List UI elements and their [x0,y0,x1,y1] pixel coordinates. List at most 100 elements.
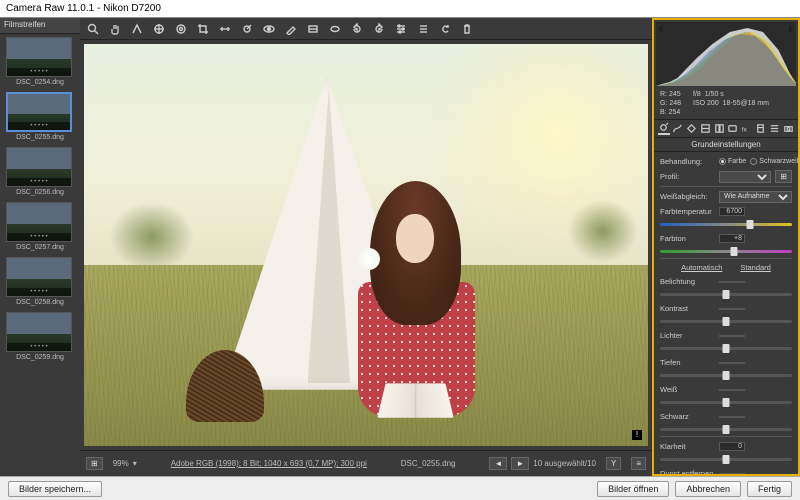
slider-Farbtemperatur[interactable] [660,219,792,229]
slider-value-Weiß[interactable] [719,389,745,391]
slider-Belichtung[interactable] [660,289,792,299]
next-image-button[interactable]: ► [511,457,529,470]
slider-value-Belichtung[interactable] [719,281,745,283]
slider-value-Kontrast[interactable] [719,308,745,310]
image-meta[interactable]: Adobe RGB (1998); 8 Bit; 1040 x 693 (0,7… [171,459,367,468]
slider-value-Lichter[interactable] [719,335,745,337]
open-images-button[interactable]: Bilder öffnen [597,481,669,497]
panel-title: Grundeinstellungen [654,138,798,152]
thumb-DSC_0258.dng[interactable]: • • • • •DSC_0258.dng [6,257,74,306]
window-title: Camera Raw 11.0.1 - Nikon D7200 [6,3,161,14]
radio-schwarzweiss[interactable]: Schwarzweiß [750,158,798,165]
slider-Weiß[interactable] [660,397,792,407]
tab-snapshots[interactable] [782,122,794,135]
radial-tool[interactable] [328,22,342,36]
loop-tool[interactable] [438,22,452,36]
spot-tool[interactable] [240,22,254,36]
center-area: ! ⊞ 99% ▾ Adobe RGB (1998); 8 Bit; 1040 … [80,18,652,476]
thumb-label: DSC_0255.dng [6,134,74,141]
adjust-brush-tool[interactable] [284,22,298,36]
adjustments-panel: R: 245 G: 248 B: 254 f/8 1/50 s ISO 200 … [652,18,800,476]
thumb-DSC_0256.dng[interactable]: • • • • •DSC_0256.dng [6,147,74,196]
prev-image-button[interactable]: ◄ [489,457,507,470]
auto-link[interactable]: Automatisch [681,263,722,272]
tab-hsl[interactable] [699,122,711,135]
slider-Tiefen[interactable] [660,370,792,380]
menu-button[interactable]: ≡ [631,457,646,470]
radio-farbe[interactable]: Farbe [719,158,746,165]
trash-tool[interactable] [460,22,474,36]
titlebar: Camera Raw 11.0.1 - Nikon D7200 [0,0,800,18]
behandlung-label: Behandlung: [660,157,715,166]
hand-tool[interactable] [108,22,122,36]
slider-value-Farbton[interactable]: +8 [719,234,745,243]
tab-calib[interactable] [755,122,767,135]
cancel-button[interactable]: Abbrechen [675,481,741,497]
tab-detail[interactable] [686,122,698,135]
filmstrip-panel: Filmstreifen • • • • •DSC_0254.dng• • • … [0,18,80,476]
slider-label-Lichter: Lichter [660,331,715,340]
thumb-label: DSC_0254.dng [6,79,74,86]
tab-curve[interactable] [672,122,684,135]
graduated-tool[interactable] [306,22,320,36]
filmstrip-thumbs: • • • • •DSC_0254.dng • • • • •DSC_0255.d… [0,34,80,476]
standard-link[interactable]: Standard [740,263,770,272]
histogram[interactable] [656,22,796,86]
slider-label-Klarheit: Klarheit [660,442,715,451]
readout-aperture: f/8 [693,91,701,98]
readout-r: 245 [669,91,681,98]
save-images-button[interactable]: Bilder speichern... [8,481,102,497]
slider-value-Farbtemperatur[interactable]: 6700 [719,207,745,216]
done-button[interactable]: Fertig [747,481,792,497]
target-adjust-tool[interactable] [174,22,188,36]
wb-select[interactable]: Wie Aufnahme [719,191,792,203]
slider-value-Tiefen[interactable] [719,362,745,364]
tab-split[interactable] [713,122,725,135]
thumb-label: DSC_0256.dng [6,189,74,196]
color-sampler-tool[interactable] [152,22,166,36]
redeye-tool[interactable] [262,22,276,36]
slider-Lichter[interactable] [660,343,792,353]
shadow-clip-icon[interactable] [658,24,663,34]
top-toolbar [80,18,652,40]
readout-b: 254 [669,109,681,116]
highlight-clip-icon[interactable] [789,24,794,34]
image-preview[interactable]: ! [84,44,648,446]
readout-shutter: 1/50 s [705,91,724,98]
slider-Schwarz[interactable] [660,424,792,434]
slider-label-Farbton: Farbton [660,234,715,243]
tab-presets[interactable] [768,122,780,135]
thumb-DSC_0259.dng[interactable]: • • • • •DSC_0259.dng [6,312,74,361]
warning-icon[interactable]: ! [632,430,642,440]
zoom-value[interactable]: 99% [113,459,129,468]
profil-select[interactable] [719,171,771,183]
compare-button[interactable]: Y [606,457,621,470]
thumb-DSC_0255.dng[interactable]: • • • • •DSC_0255.dng [6,92,74,141]
slider-value-Klarheit[interactable]: 0 [719,442,745,451]
rotate-cw-tool[interactable] [372,22,386,36]
thumb-DSC_0257.dng[interactable]: • • • • •DSC_0257.dng [6,202,74,251]
prefs-tool[interactable] [394,22,408,36]
zoom-tool[interactable] [86,22,100,36]
straighten-tool[interactable] [218,22,232,36]
slider-label-Tiefen: Tiefen [660,358,715,367]
slider-Klarheit[interactable] [660,454,792,464]
tab-basic[interactable] [658,122,670,135]
grid-toggle[interactable]: ⊞ [86,457,103,470]
slider-value-Dunst entfernen[interactable] [719,473,745,474]
rotate-ccw-tool[interactable] [350,22,364,36]
white-balance-tool[interactable] [130,22,144,36]
slider-Kontrast[interactable] [660,316,792,326]
readout-iso: ISO 200 [693,100,719,107]
tab-fx[interactable]: fx [741,122,753,135]
zoom-dropdown-icon[interactable]: ▾ [133,459,137,468]
selection-count: 10 ausgewählt/10 [533,459,596,468]
list-tool[interactable] [416,22,430,36]
slider-Farbton[interactable] [660,246,792,256]
photo-illustration [84,44,648,446]
profil-browse-icon[interactable]: ⊞ [775,170,792,183]
slider-value-Schwarz[interactable] [719,416,745,418]
thumb-DSC_0254.dng[interactable]: • • • • •DSC_0254.dng [6,37,74,86]
crop-tool[interactable] [196,22,210,36]
tab-lens[interactable] [727,122,739,135]
